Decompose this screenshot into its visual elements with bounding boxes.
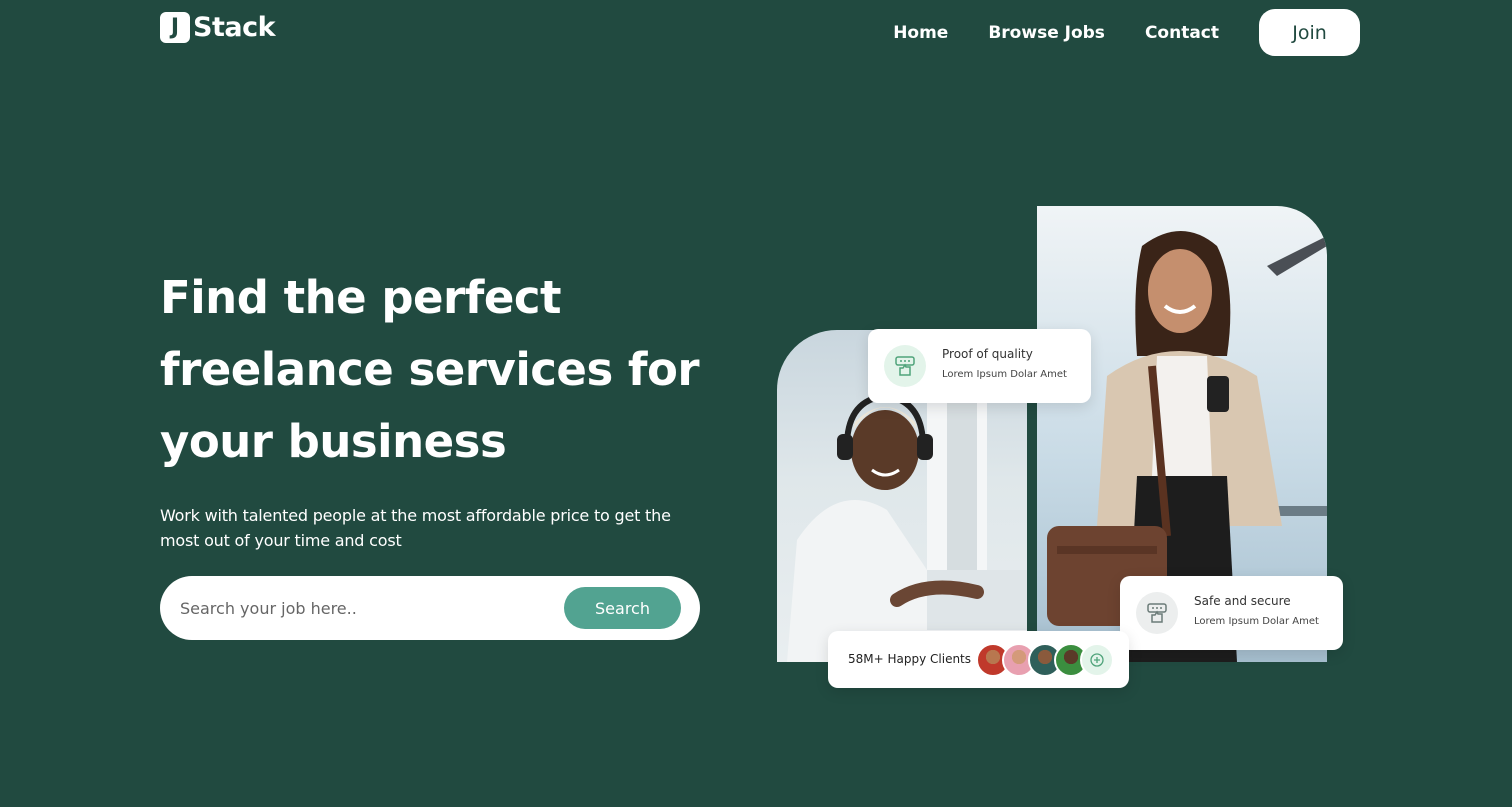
logo-mark: J [160, 12, 190, 43]
nav-contact[interactable]: Contact [1145, 23, 1219, 43]
client-avatars [976, 643, 1114, 677]
quality-badge [884, 345, 926, 387]
search-button[interactable]: Search [564, 587, 681, 629]
search-bar: Search [160, 576, 700, 640]
thumbs-up-feedback-icon [1147, 603, 1167, 623]
hero-title: Find the perfect freelance services for … [160, 262, 740, 478]
join-button[interactable]: Join [1259, 9, 1360, 56]
thumbs-up-feedback-icon [895, 356, 915, 376]
safe-card-text: Lorem Ipsum Dolar Amet [1194, 616, 1319, 627]
hero-title-line-2: freelance services for [160, 343, 700, 396]
plus-circle-icon [1090, 653, 1104, 667]
proof-of-quality-card: Proof of quality Lorem Ipsum Dolar Amet [868, 329, 1091, 403]
add-client-badge[interactable] [1080, 643, 1114, 677]
search-input[interactable] [180, 598, 564, 618]
hero-subtitle: Work with talented people at the most af… [160, 506, 671, 550]
safe-badge [1136, 592, 1178, 634]
safe-and-secure-card: Safe and secure Lorem Ipsum Dolar Amet [1120, 576, 1343, 650]
quality-card-title: Proof of quality [942, 347, 1033, 361]
happy-clients-label: 58M+ Happy Clients [848, 652, 972, 666]
hero-title-line-3: your business [160, 415, 507, 468]
nav-browse-jobs[interactable]: Browse Jobs [988, 23, 1105, 43]
logo-text: Stack [193, 12, 276, 43]
logo[interactable]: J Stack [160, 12, 276, 43]
happy-clients-card: 58M+ Happy Clients [828, 631, 1129, 688]
safe-card-title: Safe and secure [1194, 594, 1291, 608]
main-nav: Home Browse Jobs Contact Join [893, 9, 1360, 56]
hero-title-line-1: Find the perfect [160, 271, 562, 324]
nav-home[interactable]: Home [893, 23, 948, 43]
quality-card-text: Lorem Ipsum Dolar Amet [942, 369, 1067, 380]
